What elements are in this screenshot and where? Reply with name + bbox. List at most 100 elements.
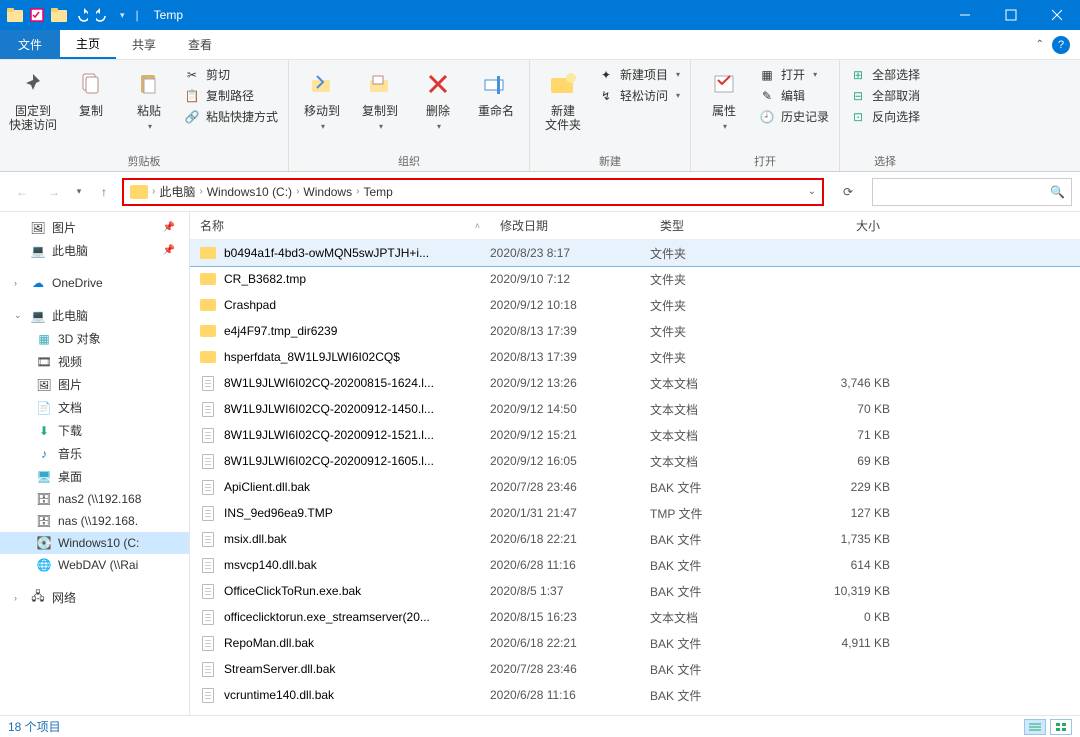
- file-row[interactable]: INS_9ed96ea9.TMP2020/1/31 21:47TMP 文件127…: [190, 500, 1080, 526]
- file-list[interactable]: b0494a1f-4bd3-owMQN5swJPTJH+i...2020/8/2…: [190, 240, 1080, 715]
- redo-icon[interactable]: [94, 6, 112, 24]
- file-row[interactable]: 8W1L9JLWI6I02CQ-20200912-1450.l...2020/9…: [190, 396, 1080, 422]
- expand-icon[interactable]: ›: [14, 278, 24, 288]
- tree-item-network[interactable]: ›🖧网络: [0, 586, 189, 609]
- file-row[interactable]: hsperfdata_8W1L9JLWI6I02CQ$2020/8/13 17:…: [190, 344, 1080, 370]
- breadcrumb-segment[interactable]: Windows10 (C:): [207, 185, 292, 199]
- nav-recent-dropdown[interactable]: ▾: [72, 178, 86, 206]
- tree-item-webdav[interactable]: 🌐WebDAV (\\Rai: [0, 554, 189, 576]
- navigation-tree[interactable]: 🖼图片📌 💻此电脑📌 ›☁OneDrive ⌄💻此电脑 ▦3D 对象 🎞视频 🖼…: [0, 212, 190, 715]
- qat-dropdown-icon[interactable]: ▾: [116, 10, 129, 21]
- tree-item-3dobjects[interactable]: ▦3D 对象: [0, 327, 189, 350]
- file-type: 文件夹: [650, 323, 790, 340]
- file-date: 2020/7/28 23:46: [490, 662, 650, 676]
- invert-button[interactable]: ⊡反向选择: [850, 108, 920, 125]
- tree-item-onedrive[interactable]: ›☁OneDrive: [0, 272, 189, 294]
- search-icon: 🔍: [1050, 185, 1065, 199]
- minimize-button[interactable]: [942, 0, 988, 30]
- maximize-button[interactable]: [988, 0, 1034, 30]
- chevron-right-icon[interactable]: ›: [296, 186, 299, 197]
- nav-up-button[interactable]: ↑: [90, 178, 118, 206]
- view-icons-button[interactable]: [1050, 719, 1072, 735]
- easyaccess-button[interactable]: ↯轻松访问: [598, 87, 680, 104]
- chevron-right-icon[interactable]: ›: [199, 186, 202, 197]
- paste-shortcut-button[interactable]: 🔗粘贴快捷方式: [184, 108, 278, 125]
- col-type-header[interactable]: 类型: [650, 217, 790, 234]
- tree-item-win10c[interactable]: 💽Windows10 (C:: [0, 532, 189, 554]
- file-row[interactable]: OfficeClickToRun.exe.bak2020/8/5 1:37BAK…: [190, 578, 1080, 604]
- tree-item-thispc2[interactable]: ⌄💻此电脑: [0, 304, 189, 327]
- tree-item-nas2[interactable]: 🗄nas2 (\\192.168: [0, 488, 189, 510]
- tree-item-thispc[interactable]: 💻此电脑📌: [0, 239, 189, 262]
- open-button[interactable]: ▦打开: [759, 66, 829, 83]
- copy-path-button[interactable]: 📋复制路径: [184, 87, 278, 104]
- tree-item-nas[interactable]: 🗄nas (\\192.168.: [0, 510, 189, 532]
- chevron-right-icon[interactable]: ›: [356, 186, 359, 197]
- chevron-right-icon[interactable]: ›: [152, 186, 155, 197]
- search-input[interactable]: 🔍: [872, 178, 1072, 206]
- file-type: 文本文档: [650, 609, 790, 626]
- file-row[interactable]: msvcp140.dll.bak2020/6/28 11:16BAK 文件614…: [190, 552, 1080, 578]
- tab-view[interactable]: 查看: [172, 30, 228, 59]
- tree-item-music[interactable]: ♪音乐: [0, 442, 189, 465]
- tree-item-documents[interactable]: 📄文档: [0, 396, 189, 419]
- folder-icon[interactable]: [50, 6, 68, 24]
- file-row[interactable]: e4j4F97.tmp_dir62392020/8/13 17:39文件夹: [190, 318, 1080, 344]
- tree-item-videos[interactable]: 🎞视频: [0, 350, 189, 373]
- newfolder-button[interactable]: 新建 文件夹: [536, 64, 590, 136]
- cut-button[interactable]: ✂剪切: [184, 66, 278, 83]
- file-row[interactable]: CR_B3682.tmp2020/9/10 7:12文件夹: [190, 266, 1080, 292]
- selectnone-button[interactable]: ⊟全部取消: [850, 87, 920, 104]
- file-row[interactable]: Crashpad2020/9/12 10:18文件夹: [190, 292, 1080, 318]
- file-row[interactable]: b0494a1f-4bd3-owMQN5swJPTJH+i...2020/8/2…: [190, 240, 1080, 266]
- refresh-button[interactable]: ⟳: [834, 178, 862, 206]
- breadcrumb-segment[interactable]: Temp: [363, 185, 392, 199]
- expand-icon[interactable]: ›: [14, 593, 24, 603]
- file-row[interactable]: 8W1L9JLWI6I02CQ-20200912-1521.l...2020/9…: [190, 422, 1080, 448]
- breadcrumb-segment[interactable]: 此电脑: [159, 183, 195, 200]
- view-details-button[interactable]: [1024, 719, 1046, 735]
- col-date-header[interactable]: 修改日期: [490, 217, 650, 234]
- edit-button[interactable]: ✎编辑: [759, 87, 829, 104]
- col-size-header[interactable]: 大小: [790, 217, 890, 234]
- selectall-button[interactable]: ⊞全部选择: [850, 66, 920, 83]
- copyto-button[interactable]: 复制到: [353, 64, 407, 135]
- breadcrumb-segment[interactable]: Windows: [303, 185, 352, 199]
- rename-button[interactable]: 重命名: [469, 64, 523, 122]
- tree-item-downloads[interactable]: ⬇下载: [0, 419, 189, 442]
- breadcrumb[interactable]: › 此电脑 › Windows10 (C:) › Windows › Temp …: [122, 178, 824, 206]
- history-button[interactable]: 🕘历史记录: [759, 108, 829, 125]
- file-row[interactable]: 8W1L9JLWI6I02CQ-20200815-1624.l...2020/9…: [190, 370, 1080, 396]
- chevron-down-icon[interactable]: ⌄: [808, 186, 816, 197]
- nav-forward-button[interactable]: →: [40, 178, 68, 206]
- newitem-button[interactable]: ✦新建项目: [598, 66, 680, 83]
- file-row[interactable]: StreamServer.dll.bak2020/7/28 23:46BAK 文…: [190, 656, 1080, 682]
- delete-button[interactable]: 删除: [411, 64, 465, 135]
- moveto-button[interactable]: 移动到: [295, 64, 349, 135]
- file-row[interactable]: RepoMan.dll.bak2020/6/18 22:21BAK 文件4,91…: [190, 630, 1080, 656]
- tab-file[interactable]: 文件: [0, 30, 60, 59]
- tab-home[interactable]: 主页: [60, 30, 116, 59]
- pin-quickaccess-button[interactable]: 固定到 快速访问: [6, 64, 60, 136]
- close-button[interactable]: [1034, 0, 1080, 30]
- file-row[interactable]: vcruntime140.dll.bak2020/6/28 11:16BAK 文…: [190, 682, 1080, 708]
- copy-button[interactable]: 复制: [64, 64, 118, 122]
- tree-item-pictures[interactable]: 🖼图片📌: [0, 216, 189, 239]
- qat-checkbox-icon[interactable]: [28, 6, 46, 24]
- paste-button[interactable]: 粘贴: [122, 64, 176, 135]
- file-row[interactable]: ApiClient.dll.bak2020/7/28 23:46BAK 文件22…: [190, 474, 1080, 500]
- col-name-header[interactable]: 名称˄: [190, 217, 490, 234]
- collapse-ribbon-icon[interactable]: ⌃: [1036, 39, 1044, 50]
- tab-share[interactable]: 共享: [116, 30, 172, 59]
- properties-button[interactable]: 属性: [697, 64, 751, 135]
- file-row[interactable]: officeclicktorun.exe_streamserver(20...2…: [190, 604, 1080, 630]
- collapse-icon[interactable]: ⌄: [14, 310, 24, 321]
- file-date: 2020/9/12 15:21: [490, 428, 650, 442]
- undo-icon[interactable]: [72, 6, 90, 24]
- tree-item-desktop[interactable]: 🖥桌面: [0, 465, 189, 488]
- file-row[interactable]: 8W1L9JLWI6I02CQ-20200912-1605.l...2020/9…: [190, 448, 1080, 474]
- nav-back-button[interactable]: ←: [8, 178, 36, 206]
- help-icon[interactable]: ?: [1052, 36, 1070, 54]
- file-row[interactable]: msix.dll.bak2020/6/18 22:21BAK 文件1,735 K…: [190, 526, 1080, 552]
- tree-item-pictures2[interactable]: 🖼图片: [0, 373, 189, 396]
